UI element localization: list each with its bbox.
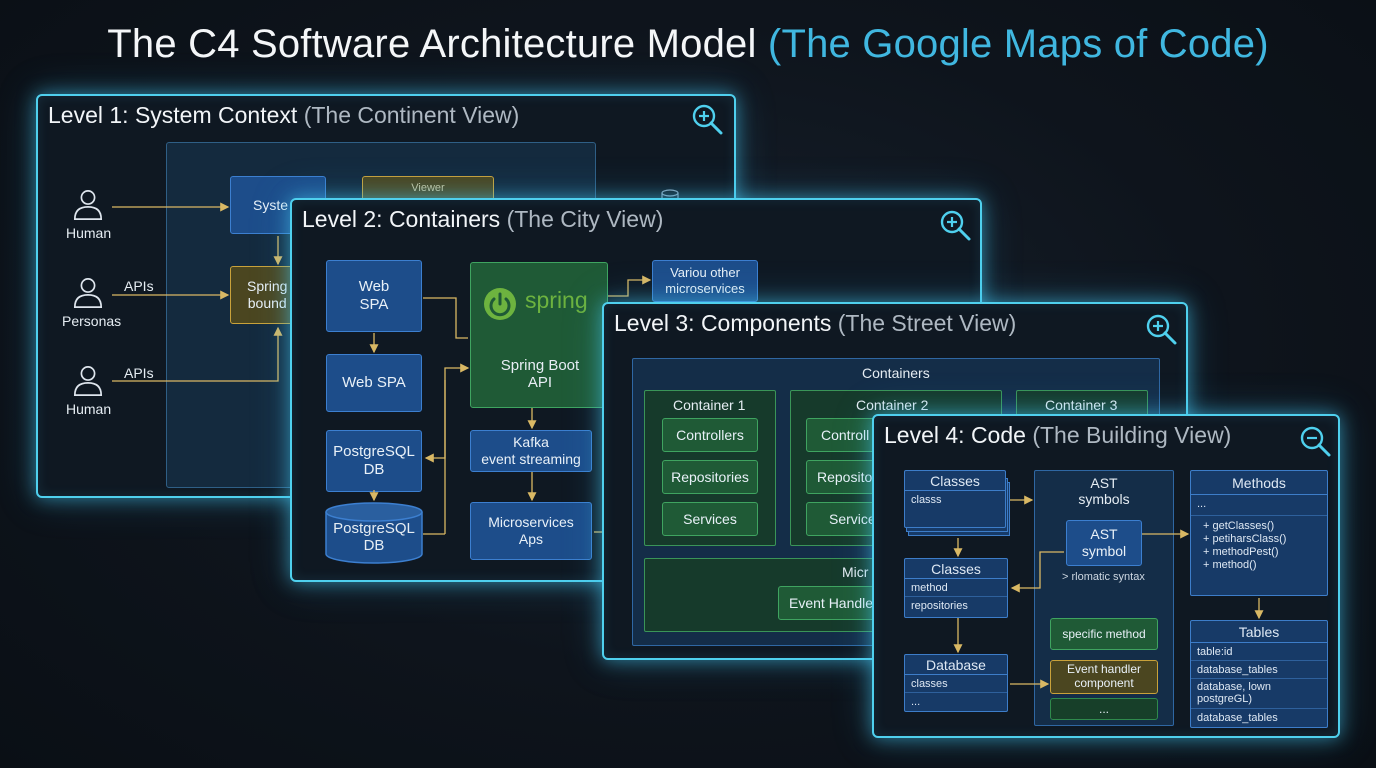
person-icon <box>73 278 103 308</box>
title-accent: (The Google Maps of Code) <box>767 22 1269 66</box>
actor-label-personas: Personas <box>62 313 122 329</box>
specific-method-label: specific method <box>1062 626 1146 641</box>
level1-title-sub: (The Continent View) <box>303 102 520 128</box>
zoom-in-icon[interactable] <box>1144 312 1178 346</box>
edge-label-apis-2: APIs <box>124 365 154 381</box>
method-item: + methodPest() <box>1203 546 1279 558</box>
various-microservices-box[interactable]: Variou other microservices <box>652 260 758 302</box>
zoom-out-icon[interactable] <box>1298 424 1332 458</box>
zoom-in-icon[interactable] <box>690 102 724 136</box>
classes-card-top[interactable]: Classes classs <box>904 470 1006 528</box>
classes-card-mid-row: repositories <box>911 600 968 612</box>
spring-logo-text: spring <box>525 287 588 313</box>
actor-label-human-1: Human <box>66 225 112 241</box>
repositories-label-2: Reposito <box>817 468 873 485</box>
event-handler-component-label: Event handler component <box>1066 662 1142 690</box>
spring-boot-api-label: Spring Boot API <box>500 357 580 392</box>
web-spa-label: Web SPA <box>358 278 390 313</box>
postgresql-cylinder-label: PostgreSQL DB <box>333 520 415 554</box>
level4-title-sub: (The Building View) <box>1032 422 1232 448</box>
ast-symbol-label: AST symbol <box>1081 526 1127 559</box>
person-icon <box>73 366 103 396</box>
level4-panel: Level 4: Code (The Building View) Classe… <box>872 414 1340 738</box>
method-item: + getClasses() <box>1203 520 1275 532</box>
tables-card-row: database_tables <box>1197 712 1278 724</box>
container-1-label: Container 1 <box>673 397 746 413</box>
containers-label: Containers <box>862 365 930 381</box>
viewer-box-label: Viewer <box>411 182 445 195</box>
level1-title-main: Level 1: System Context <box>48 102 298 128</box>
services-label: Services <box>683 510 737 527</box>
level1-title: Level 1: System Context (The Continent V… <box>48 102 519 129</box>
database-card-row: ... <box>911 696 921 708</box>
web-spa-label-2: Web SPA <box>342 374 406 391</box>
zoom-in-icon[interactable] <box>938 208 972 242</box>
edge-label-apis-1: APIs <box>124 278 154 294</box>
classes-card-top-head: Classes <box>905 471 1005 491</box>
ast-symbol-box[interactable]: AST symbol <box>1066 520 1142 566</box>
ellipsis-label: ... <box>1098 701 1109 716</box>
microservices-label: Microservices Aps <box>488 514 574 547</box>
page-title: The C4 Software Architecture Model (The … <box>0 22 1376 67</box>
micro-label: Micr <box>842 564 869 580</box>
repositories-box[interactable]: Repositories <box>662 460 758 494</box>
container-3-label: Container 3 <box>1045 397 1118 413</box>
tables-card-row: database_tables <box>1191 661 1327 679</box>
methods-card[interactable]: Methods ... + getClasses() + petiharsCla… <box>1190 470 1328 596</box>
specific-method-box[interactable]: specific method <box>1050 618 1158 650</box>
various-microservices-label: Variou other microservices <box>665 265 745 296</box>
spring-boot-api-box[interactable]: spring Spring Boot API <box>470 262 608 408</box>
tables-card-row: table:id <box>1191 643 1327 661</box>
level3-title-sub: (The Street View) <box>837 310 1017 336</box>
spring-logo-icon <box>484 288 516 320</box>
level3-title-main: Level 3: Components <box>614 310 832 336</box>
kafka-box[interactable]: Kafka event streaming <box>470 430 592 472</box>
event-handler-component-box[interactable]: Event handler component <box>1050 660 1158 694</box>
classes-card-mid-head: Classes <box>905 559 1007 579</box>
method-item: + petiharsClass() <box>1203 533 1287 545</box>
tables-card-row: database, lown postgreGL) <box>1191 679 1327 709</box>
database-card[interactable]: Database classes ... <box>904 654 1008 712</box>
ast-note: > rlomatic syntax <box>1062 571 1145 583</box>
level4-title-main: Level 4: Code <box>884 422 1026 448</box>
level2-title: Level 2: Containers (The City View) <box>302 206 663 233</box>
spring-boundary-label: Spring bound <box>247 278 288 311</box>
controllers-label-2: Controll <box>821 426 870 443</box>
event-handler-box[interactable]: Event Handle <box>778 586 878 620</box>
services-box[interactable]: Services <box>662 502 758 536</box>
microservices-box[interactable]: Microservices Aps <box>470 502 592 560</box>
level3-title: Level 3: Components (The Street View) <box>614 310 1016 337</box>
system-box-label: Syste <box>253 196 289 213</box>
kafka-label: Kafka event streaming <box>481 434 581 467</box>
methods-card-head: Methods <box>1191 471 1327 495</box>
title-main: The C4 Software Architecture Model <box>107 22 757 66</box>
controllers-label: Controllers <box>676 426 744 443</box>
ellipsis-box[interactable]: ... <box>1050 698 1158 720</box>
methods-list: + getClasses() + petiharsClass() + metho… <box>1191 515 1327 572</box>
level4-title: Level 4: Code (The Building View) <box>884 422 1231 449</box>
person-icon <box>73 190 103 220</box>
level2-title-sub: (The City View) <box>506 206 664 232</box>
web-spa-box[interactable]: Web SPA <box>326 260 422 332</box>
database-card-head: Database <box>905 655 1007 675</box>
database-card-row: classes <box>905 675 1007 693</box>
controllers-box[interactable]: Controllers <box>662 418 758 452</box>
repositories-label: Repositories <box>671 468 749 485</box>
tables-card-head: Tables <box>1191 621 1327 643</box>
services-label-2: Service <box>829 510 876 527</box>
ast-symbols-label: AST symbols <box>1078 475 1130 508</box>
container-2-label: Container 2 <box>856 397 929 413</box>
web-spa-box-2[interactable]: Web SPA <box>326 354 422 412</box>
postgresql-db-label: PostgreSQL DB <box>333 443 415 478</box>
postgresql-db-box[interactable]: PostgreSQL DB <box>326 430 422 492</box>
classes-card-top-row: classs <box>911 494 942 506</box>
classes-card-mid[interactable]: Classes method repositories <box>904 558 1008 618</box>
methods-card-row: ... <box>1197 498 1207 510</box>
actor-label-human-2: Human <box>66 401 112 417</box>
level2-title-main: Level 2: Containers <box>302 206 501 232</box>
tables-card[interactable]: Tables table:id database_tables database… <box>1190 620 1328 728</box>
classes-card-mid-row: method <box>905 579 1007 597</box>
event-handler-label: Event Handle <box>789 594 874 611</box>
method-item: + method() <box>1203 559 1257 571</box>
